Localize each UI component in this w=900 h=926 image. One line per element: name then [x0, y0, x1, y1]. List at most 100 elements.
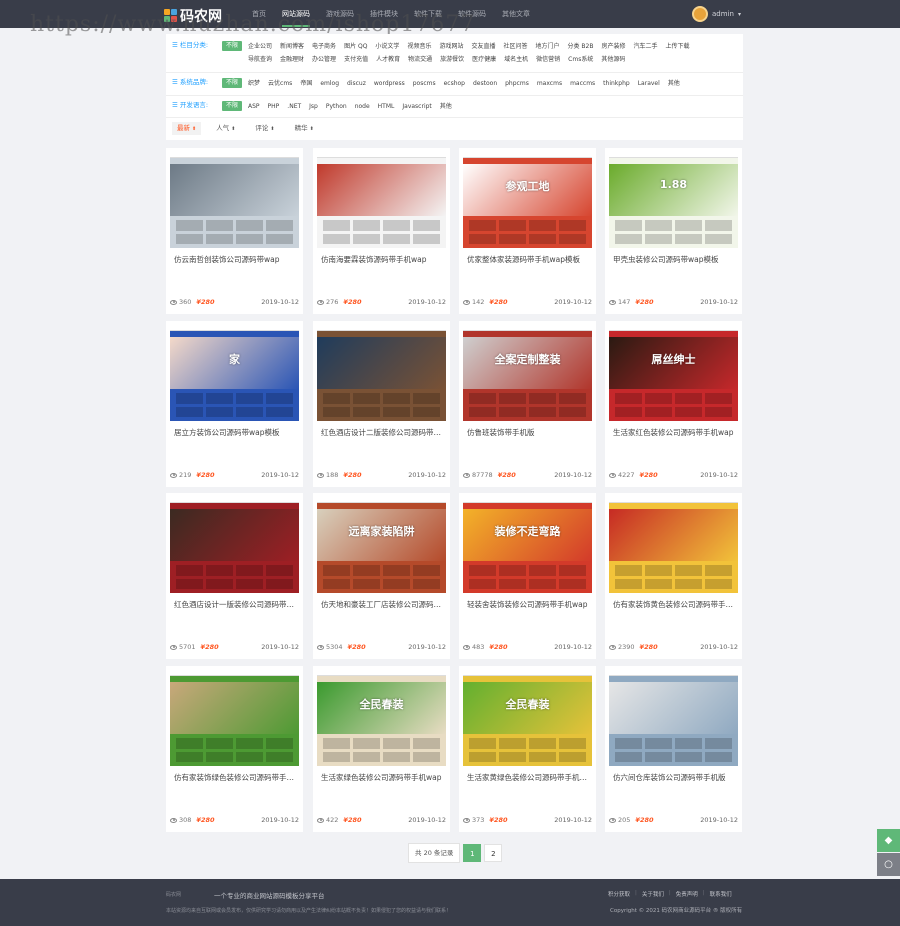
- card-thumbnail[interactable]: 参观工地: [463, 152, 592, 248]
- filter-item[interactable]: 支付充值: [344, 53, 368, 66]
- nav-other-articles[interactable]: 其他文章: [494, 0, 538, 28]
- filter-item[interactable]: 房产装修: [601, 40, 625, 53]
- footer-link-disclaimer[interactable]: 免责声明: [676, 890, 698, 898]
- filter-item[interactable]: 其他: [440, 100, 452, 113]
- product-card[interactable]: 红色酒店设计一版装修公司源码带wap 5701 ¥280 2019-10-12: [166, 493, 303, 659]
- user-menu[interactable]: admin ▾: [692, 6, 741, 22]
- filter-item[interactable]: emlog: [320, 77, 339, 90]
- filter-item[interactable]: 域名主机: [504, 53, 528, 66]
- filter-item[interactable]: 其他源码: [601, 53, 625, 66]
- filter-item[interactable]: wordpress: [374, 77, 405, 90]
- card-title[interactable]: 仿天地和豪装工厂店装修公司源码带wap: [321, 599, 446, 610]
- filter-item[interactable]: 图片 QQ: [344, 40, 367, 53]
- filter-all-tag[interactable]: 不限: [222, 41, 243, 51]
- filter-item[interactable]: 其他: [668, 77, 680, 90]
- card-title[interactable]: 居立方装饰公司源码带wap模板: [174, 427, 299, 438]
- product-card[interactable]: 全民春装 生活家黄绿色装修公司源码带手机wap 373 ¥280 2019-10-12: [459, 666, 596, 832]
- diamond-button[interactable]: ◆: [877, 829, 900, 852]
- filter-item[interactable]: 电子商务: [312, 40, 336, 53]
- filter-item[interactable]: maxcms: [537, 77, 562, 90]
- product-card[interactable]: 红色酒店设计二版装修公司源码带wap 188 ¥280 2019-10-12: [313, 321, 450, 487]
- nav-home[interactable]: 首页: [244, 0, 274, 28]
- filter-item[interactable]: 游戏网站: [439, 40, 463, 53]
- sort-popular[interactable]: 人气 ⬍: [211, 122, 240, 135]
- product-card[interactable]: 远离家装陷阱 仿天地和豪装工厂店装修公司源码带wap 5304 ¥280 2019-10…: [313, 493, 450, 659]
- filter-item[interactable]: 微信营销: [536, 53, 560, 66]
- product-card[interactable]: 参观工地 优家整体家装源码带手机wap模板 142 ¥280 2019-10-12: [459, 148, 596, 314]
- filter-item[interactable]: Python: [326, 100, 347, 113]
- filter-item[interactable]: poscms: [413, 77, 436, 90]
- card-title[interactable]: 生活家绿色装修公司源码带手机wap: [321, 772, 446, 783]
- filter-item[interactable]: 云优cms: [268, 77, 292, 90]
- card-thumbnail[interactable]: 家: [170, 325, 299, 421]
- product-card[interactable]: 仿有家装饰黄色装修公司源码带手机wap 2390 ¥280 2019-10-12: [605, 493, 742, 659]
- nav-software-download[interactable]: 软件下载: [406, 0, 450, 28]
- card-thumbnail[interactable]: 装修不走弯路: [463, 497, 592, 593]
- product-card[interactable]: 全民春装 生活家绿色装修公司源码带手机wap 422 ¥280 2019-10-12: [313, 666, 450, 832]
- product-card[interactable]: 仿南海要霖装饰源码带手机wap 276 ¥280 2019-10-12: [313, 148, 450, 314]
- filter-item[interactable]: maccms: [570, 77, 595, 90]
- nav-software-source[interactable]: 软件源码: [450, 0, 494, 28]
- card-title[interactable]: 仿鲁班装饰带手机版: [467, 427, 592, 438]
- card-thumbnail[interactable]: [317, 325, 446, 421]
- filter-item[interactable]: 新闻博客: [280, 40, 304, 53]
- card-title[interactable]: 仿云南哲创装饰公司源码带wap: [174, 254, 299, 265]
- card-thumbnail[interactable]: [170, 670, 299, 766]
- filter-item[interactable]: Jsp: [309, 100, 318, 113]
- filter-item[interactable]: .NET: [287, 100, 301, 113]
- card-title[interactable]: 生活家红色装修公司源码带手机wap: [613, 427, 738, 438]
- filter-item[interactable]: 物流交通: [408, 53, 432, 66]
- product-card[interactable]: 仿云南哲创装饰公司源码带wap 360 ¥280 2019-10-12: [166, 148, 303, 314]
- filter-item[interactable]: Javascript: [402, 100, 431, 113]
- username[interactable]: admin: [712, 10, 734, 18]
- filter-item[interactable]: 分类 B2B: [568, 40, 594, 53]
- filter-all-tag[interactable]: 不限: [222, 101, 243, 111]
- nav-plugins[interactable]: 插件模块: [362, 0, 406, 28]
- filter-item[interactable]: PHP: [268, 100, 280, 113]
- back-to-top-button[interactable]: ○: [877, 853, 900, 876]
- card-thumbnail[interactable]: 全民春装: [317, 670, 446, 766]
- filter-item[interactable]: Laravel: [638, 77, 660, 90]
- page-2-button[interactable]: 2: [484, 844, 503, 862]
- filter-item[interactable]: ASP: [248, 100, 260, 113]
- card-thumbnail[interactable]: 全案定制整装: [463, 325, 592, 421]
- card-title[interactable]: 仿六间仓库装饰公司源码带手机版: [613, 772, 738, 783]
- filter-item[interactable]: 帝国: [300, 77, 312, 90]
- card-thumbnail[interactable]: [170, 497, 299, 593]
- card-title[interactable]: 轻装舍装饰装修公司源码带手机wap: [467, 599, 592, 610]
- card-thumbnail[interactable]: 1.88: [609, 152, 738, 248]
- filter-item[interactable]: node: [355, 100, 370, 113]
- sort-featured[interactable]: 精华 ⬍: [290, 122, 319, 135]
- sort-latest[interactable]: 最新 ⬍: [172, 122, 202, 135]
- filter-item[interactable]: 交友直播: [471, 40, 495, 53]
- filter-item[interactable]: 上传下载: [666, 40, 690, 53]
- card-title[interactable]: 优家整体家装源码带手机wap模板: [467, 254, 592, 265]
- sort-comments[interactable]: 评论 ⬍: [250, 122, 279, 135]
- card-thumbnail[interactable]: 屌丝绅士: [609, 325, 738, 421]
- filter-item[interactable]: 旅游餐饮: [440, 53, 464, 66]
- card-title[interactable]: 红色酒店设计一版装修公司源码带wap: [174, 599, 299, 610]
- card-thumbnail[interactable]: 全民春装: [463, 670, 592, 766]
- filter-item[interactable]: 地方门户: [536, 40, 560, 53]
- filter-item[interactable]: 汽车二手: [634, 40, 658, 53]
- filter-item[interactable]: 企业公司: [248, 40, 272, 53]
- product-card[interactable]: 仿有家装饰绿色装修公司源码带手机wap 308 ¥280 2019-10-12: [166, 666, 303, 832]
- filter-item[interactable]: Cms系统: [568, 53, 593, 66]
- card-title[interactable]: 仿有家装饰绿色装修公司源码带手机wap: [174, 772, 299, 783]
- card-title[interactable]: 生活家黄绿色装修公司源码带手机wap: [467, 772, 592, 783]
- nav-game-source[interactable]: 游戏源码: [318, 0, 362, 28]
- filter-item[interactable]: destoon: [473, 77, 497, 90]
- filter-item[interactable]: 人才教育: [376, 53, 400, 66]
- card-title[interactable]: 甲壳虫装修公司源码带wap模板: [613, 254, 738, 265]
- product-card[interactable]: 家居立方装饰公司源码带wap模板 219 ¥280 2019-10-12: [166, 321, 303, 487]
- product-card[interactable]: 仿六间仓库装饰公司源码带手机版 205 ¥280 2019-10-12: [605, 666, 742, 832]
- filter-item[interactable]: phpcms: [505, 77, 529, 90]
- site-logo[interactable]: 码农网: [164, 6, 222, 26]
- nav-website-source[interactable]: 网站源码: [274, 0, 318, 28]
- footer-link-about[interactable]: 关于我们: [642, 890, 664, 898]
- footer-link-contact[interactable]: 联系我们: [710, 890, 732, 898]
- filter-item[interactable]: discuz: [347, 77, 366, 90]
- filter-item[interactable]: ecshop: [444, 77, 465, 90]
- product-card[interactable]: 屌丝绅士 生活家红色装修公司源码带手机wap 4227 ¥280 2019-10-12: [605, 321, 742, 487]
- filter-item[interactable]: 织梦: [248, 77, 260, 90]
